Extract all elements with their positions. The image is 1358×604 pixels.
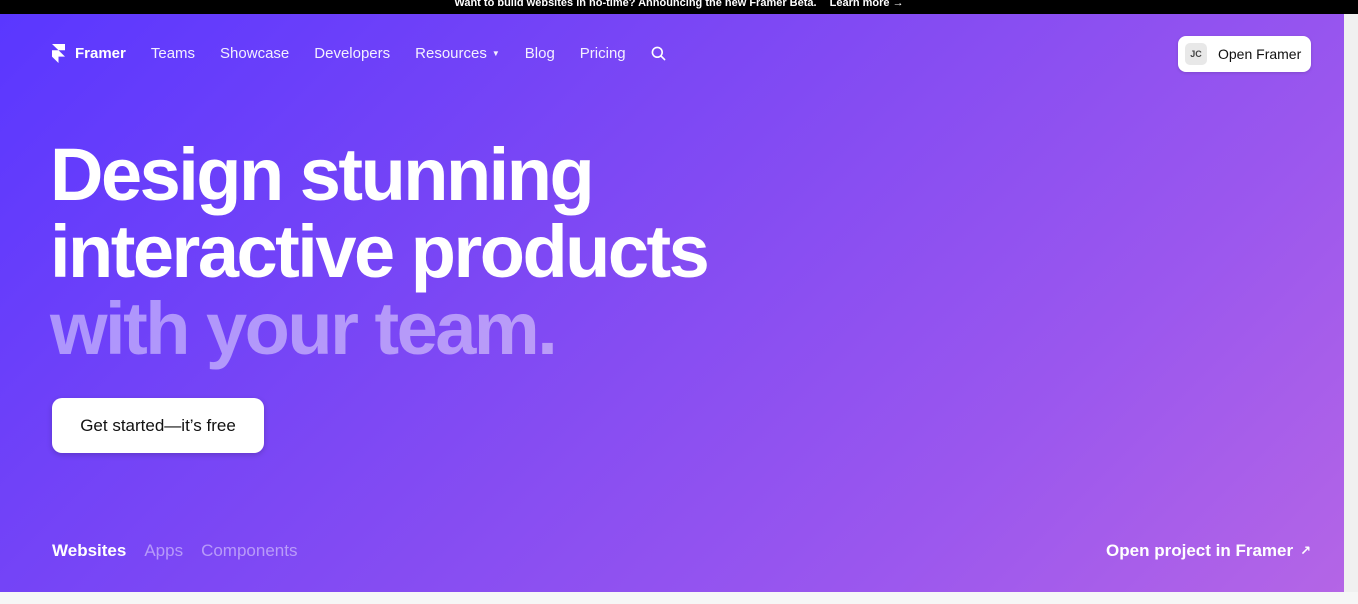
search-icon[interactable]: [651, 46, 666, 61]
get-started-button[interactable]: Get started—it’s free: [52, 398, 264, 453]
below-fold-strip: [0, 592, 1358, 604]
tab-websites[interactable]: Websites: [52, 541, 126, 561]
framer-logo[interactable]: Framer: [52, 43, 126, 63]
headline-line-1: Design stunning: [50, 133, 595, 216]
headline-line-3: with your team.: [50, 287, 558, 370]
open-project-link[interactable]: Open project in Framer ↗: [1106, 541, 1311, 561]
nav-item-resources[interactable]: Resources ▼: [415, 45, 500, 62]
page-scrollbar[interactable]: [1344, 14, 1358, 592]
hero-headline: Design stunning interactive products wit…: [50, 133, 710, 370]
framer-logo-icon: [52, 43, 65, 63]
brand-name: Framer: [75, 44, 126, 62]
open-project-label: Open project in Framer: [1106, 541, 1294, 560]
open-framer-label: Open Framer: [1218, 46, 1302, 62]
main-nav: Framer Teams Showcase Developers Resourc…: [52, 40, 666, 66]
tab-apps[interactable]: Apps: [144, 541, 183, 561]
headline-line-2: interactive products: [50, 210, 710, 293]
nav-item-pricing[interactable]: Pricing: [580, 45, 626, 62]
open-framer-button[interactable]: JC Open Framer: [1178, 36, 1311, 72]
showcase-tabs: Websites Apps Components: [52, 541, 315, 561]
arrow-up-right-icon: ↗: [1300, 543, 1311, 558]
nav-item-blog[interactable]: Blog: [525, 45, 555, 62]
announcement-message: Want to build websites in no-time? Annou…: [454, 0, 817, 9]
hero-section: Framer Teams Showcase Developers Resourc…: [0, 14, 1344, 592]
chevron-down-icon: ▼: [491, 48, 500, 58]
nav-item-resources-label: Resources: [415, 44, 487, 62]
nav-item-developers[interactable]: Developers: [314, 45, 390, 62]
nav-item-showcase[interactable]: Showcase: [220, 45, 289, 62]
learn-more-link[interactable]: Learn more →: [830, 0, 904, 9]
avatar: JC: [1185, 43, 1207, 65]
tab-components[interactable]: Components: [201, 541, 297, 561]
announcement-bar: Want to build websites in no-time? Annou…: [0, 0, 1358, 14]
nav-item-teams[interactable]: Teams: [151, 45, 195, 62]
